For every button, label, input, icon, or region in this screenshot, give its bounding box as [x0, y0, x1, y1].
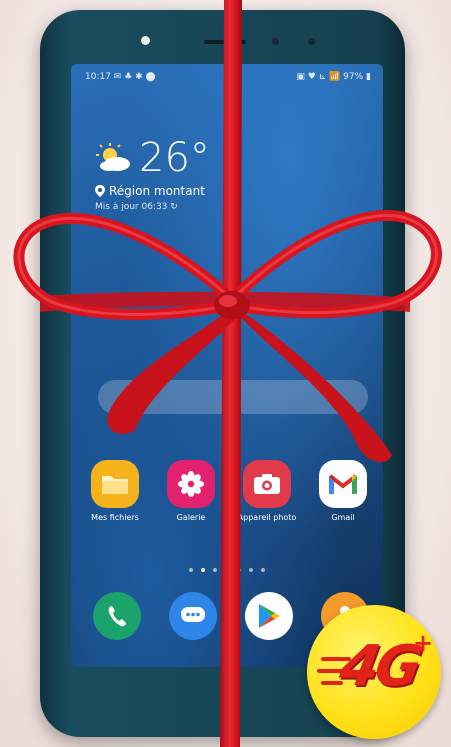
badge-plus: + [413, 629, 434, 657]
4g-plus-badge: 4G + [307, 605, 441, 739]
